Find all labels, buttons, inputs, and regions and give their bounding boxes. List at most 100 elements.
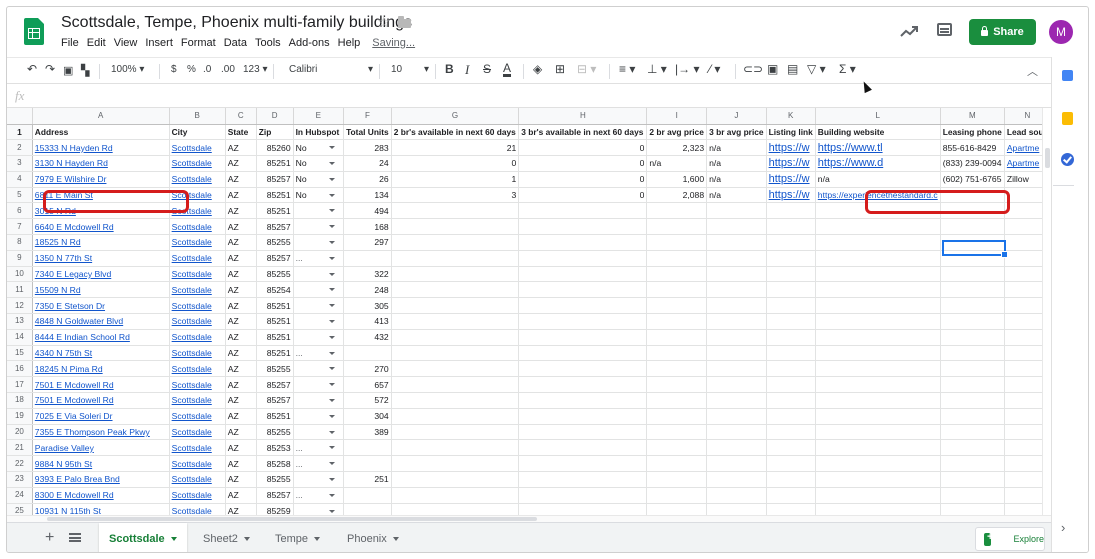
all-sheets-menu-icon[interactable] [69, 533, 81, 542]
strikethrough-button[interactable]: S [483, 62, 491, 76]
cell[interactable]: Scottsdale [169, 360, 226, 378]
cell[interactable]: 21 [391, 139, 520, 157]
explore-button[interactable]: Explore [975, 527, 1045, 551]
cell[interactable]: 1350 N 77th St [32, 250, 170, 267]
cell[interactable]: Paradise Valley [32, 439, 170, 457]
cell[interactable] [293, 202, 345, 220]
cell[interactable] [391, 297, 520, 315]
menu-file[interactable]: File [61, 37, 79, 49]
cell[interactable] [815, 376, 941, 394]
cell[interactable] [391, 360, 520, 378]
cell[interactable]: No [293, 171, 345, 188]
column-title[interactable]: Building website [815, 124, 941, 141]
decrease-decimal-button[interactable]: .0 [203, 64, 211, 75]
cell[interactable] [940, 281, 1005, 299]
cell[interactable] [518, 471, 648, 488]
collapse-toolbar-icon[interactable]: ︿ [1027, 63, 1038, 79]
cell[interactable]: 270 [343, 360, 392, 378]
row-number[interactable]: 4 [7, 171, 33, 188]
cell[interactable]: AZ [225, 171, 257, 188]
cell[interactable]: ... [293, 487, 345, 504]
cell[interactable]: AZ [225, 313, 257, 330]
row-number[interactable]: 23 [7, 471, 33, 488]
cell[interactable]: Scottsdale [169, 281, 226, 299]
row-number[interactable]: 1 [7, 124, 33, 141]
cell[interactable]: 305 [343, 297, 392, 315]
cell[interactable] [518, 297, 648, 315]
cell[interactable] [518, 202, 648, 220]
cell[interactable] [940, 360, 1005, 378]
cell[interactable]: AZ [225, 234, 257, 251]
cell[interactable]: 18245 N Pima Rd [32, 360, 170, 378]
cell[interactable] [815, 281, 941, 299]
cell[interactable] [646, 329, 708, 346]
cell[interactable]: AZ [225, 139, 257, 157]
cell[interactable] [706, 376, 767, 394]
cell[interactable] [646, 202, 708, 220]
cell[interactable]: 85251 [256, 345, 294, 362]
cell[interactable]: 9884 N 95th St [32, 455, 170, 473]
cell[interactable] [646, 392, 708, 409]
cell[interactable] [518, 313, 648, 330]
row-number[interactable]: 18 [7, 392, 33, 409]
cell[interactable] [293, 329, 345, 346]
cell[interactable] [815, 392, 941, 409]
row-number[interactable]: 13 [7, 313, 33, 330]
cell[interactable] [706, 503, 767, 515]
cell[interactable]: Scottsdale [169, 297, 226, 315]
cell[interactable] [940, 455, 1005, 473]
cell[interactable] [706, 234, 767, 251]
cell[interactable] [706, 408, 767, 425]
cell[interactable]: 85257 [256, 392, 294, 409]
undo-icon[interactable]: ↶ [27, 62, 37, 76]
cell[interactable] [766, 360, 816, 378]
cell[interactable] [391, 424, 520, 441]
cell[interactable] [646, 266, 708, 283]
cell[interactable] [815, 487, 941, 504]
cell[interactable] [766, 503, 816, 515]
column-header-i[interactable]: I [646, 108, 708, 125]
currency-button[interactable]: $ [171, 64, 177, 75]
cell[interactable] [815, 313, 941, 330]
cell[interactable] [766, 455, 816, 473]
cell[interactable]: 4848 N Goldwater Blvd [32, 313, 170, 330]
cell[interactable] [940, 424, 1005, 441]
cell[interactable]: Scottsdale [169, 266, 226, 283]
paint-format-icon[interactable]: ▚ [81, 64, 89, 77]
cell[interactable] [518, 360, 648, 378]
cell[interactable]: 6640 E Mcdowell Rd [32, 218, 170, 236]
cell[interactable] [518, 376, 648, 394]
row-number[interactable]: 3 [7, 155, 33, 172]
cell[interactable] [706, 471, 767, 488]
cell[interactable] [815, 360, 941, 378]
cell[interactable] [391, 234, 520, 251]
cell[interactable] [815, 503, 941, 515]
font-size-select[interactable]: 10 ▾ [391, 64, 429, 75]
column-header-l[interactable]: L [815, 108, 941, 125]
cell[interactable]: (833) 239-0094 [940, 155, 1005, 172]
select-all-corner[interactable] [7, 108, 33, 125]
cell[interactable]: Scottsdale [169, 455, 226, 473]
cell[interactable] [646, 408, 708, 425]
cell[interactable]: 0 [518, 139, 648, 157]
cell[interactable] [518, 329, 648, 346]
cell[interactable]: 494 [343, 202, 392, 220]
cell[interactable]: 3130 N Hayden Rd [32, 155, 170, 172]
cell[interactable]: 7979 E Wilshire Dr [32, 171, 170, 188]
cell[interactable] [766, 408, 816, 425]
cell[interactable] [706, 313, 767, 330]
cell[interactable]: n/a [706, 155, 767, 172]
cell[interactable]: 85255 [256, 266, 294, 283]
cell[interactable]: 413 [343, 313, 392, 330]
text-rotation-icon[interactable]: ⁄ ▾ [709, 62, 720, 76]
cell[interactable] [646, 360, 708, 378]
cell[interactable]: Scottsdale [169, 424, 226, 441]
cell[interactable]: Scottsdale [169, 250, 226, 267]
cell[interactable]: 85251 [256, 313, 294, 330]
document-title[interactable]: Scottsdale, Tempe, Phoenix multi-family … [61, 14, 412, 32]
cell[interactable]: 248 [343, 281, 392, 299]
cell[interactable] [940, 329, 1005, 346]
cell[interactable] [646, 297, 708, 315]
cell[interactable] [766, 234, 816, 251]
cell[interactable] [343, 455, 392, 473]
